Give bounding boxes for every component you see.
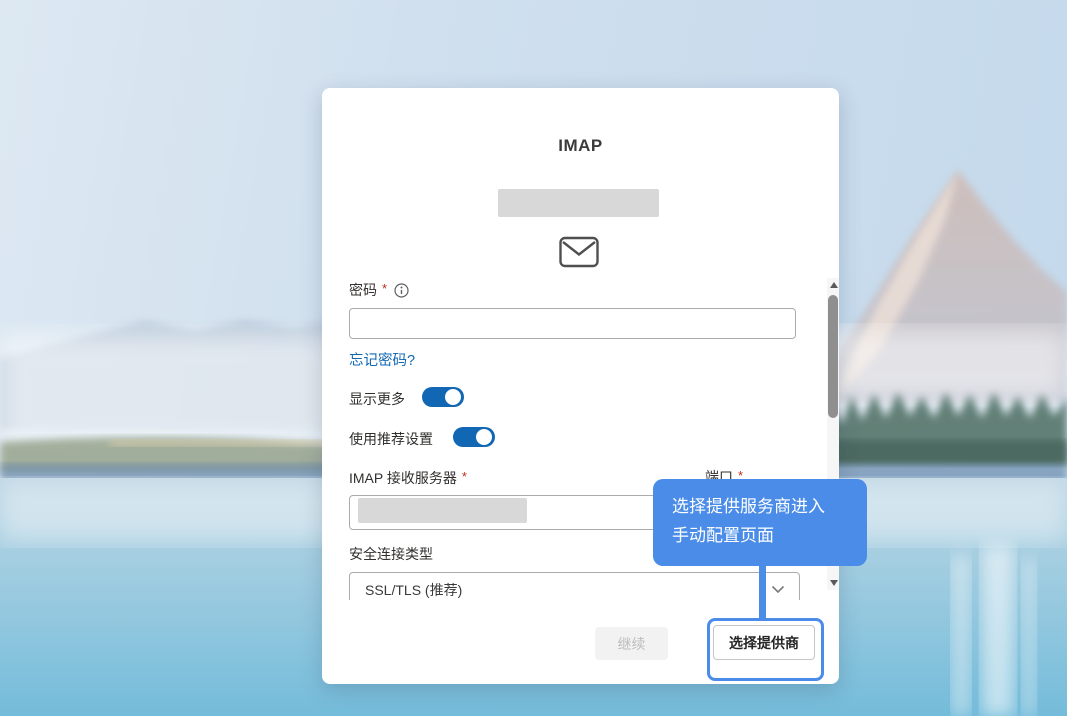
forgot-password-link[interactable]: 忘记密码? xyxy=(349,349,415,370)
redacted-server-value xyxy=(358,498,527,523)
scroll-down-icon[interactable] xyxy=(830,580,838,586)
redacted-account-value xyxy=(498,189,659,217)
scroll-up-icon[interactable] xyxy=(830,282,838,288)
annotation-tooltip: 选择提供服务商进入 手动配置页面 xyxy=(653,479,867,566)
continue-button[interactable]: 继续 xyxy=(595,627,668,660)
password-required-mark: * xyxy=(382,281,387,296)
use-recommended-toggle[interactable] xyxy=(453,427,495,447)
show-more-label: 显示更多 xyxy=(349,389,405,409)
dialog-title: IMAP xyxy=(322,136,839,156)
password-label: 密码 xyxy=(349,280,377,300)
scrollbar-thumb[interactable] xyxy=(828,295,838,418)
tooltip-line-1: 选择提供服务商进入 xyxy=(672,492,867,521)
show-more-toggle[interactable] xyxy=(422,387,464,407)
chevron-down-icon xyxy=(771,581,785,599)
security-type-label: 安全连接类型 xyxy=(349,544,433,564)
desktop-screen: IMAP 密码 * 忘记密码? 显示更多 xyxy=(0,0,1067,716)
security-type-value: SSL/TLS (推荐) xyxy=(365,580,771,600)
password-label-row: 密码 * xyxy=(349,280,409,300)
password-input[interactable] xyxy=(349,308,796,339)
toggle-knob xyxy=(476,429,492,445)
security-select-clip: SSL/TLS (推荐) xyxy=(349,572,800,600)
envelope-icon xyxy=(558,234,600,275)
annotation-highlight-box xyxy=(707,618,824,681)
security-type-select[interactable]: SSL/TLS (推荐) xyxy=(349,572,800,600)
annotation-connector-line xyxy=(759,563,766,620)
imap-server-label-row: IMAP 接收服务器 * xyxy=(349,468,467,488)
use-recommended-label: 使用推荐设置 xyxy=(349,429,433,449)
imap-server-required-mark: * xyxy=(462,469,467,484)
imap-server-label: IMAP 接收服务器 xyxy=(349,468,457,488)
tooltip-line-2: 手动配置页面 xyxy=(672,521,867,550)
info-icon[interactable] xyxy=(394,283,409,298)
toggle-knob xyxy=(445,389,461,405)
